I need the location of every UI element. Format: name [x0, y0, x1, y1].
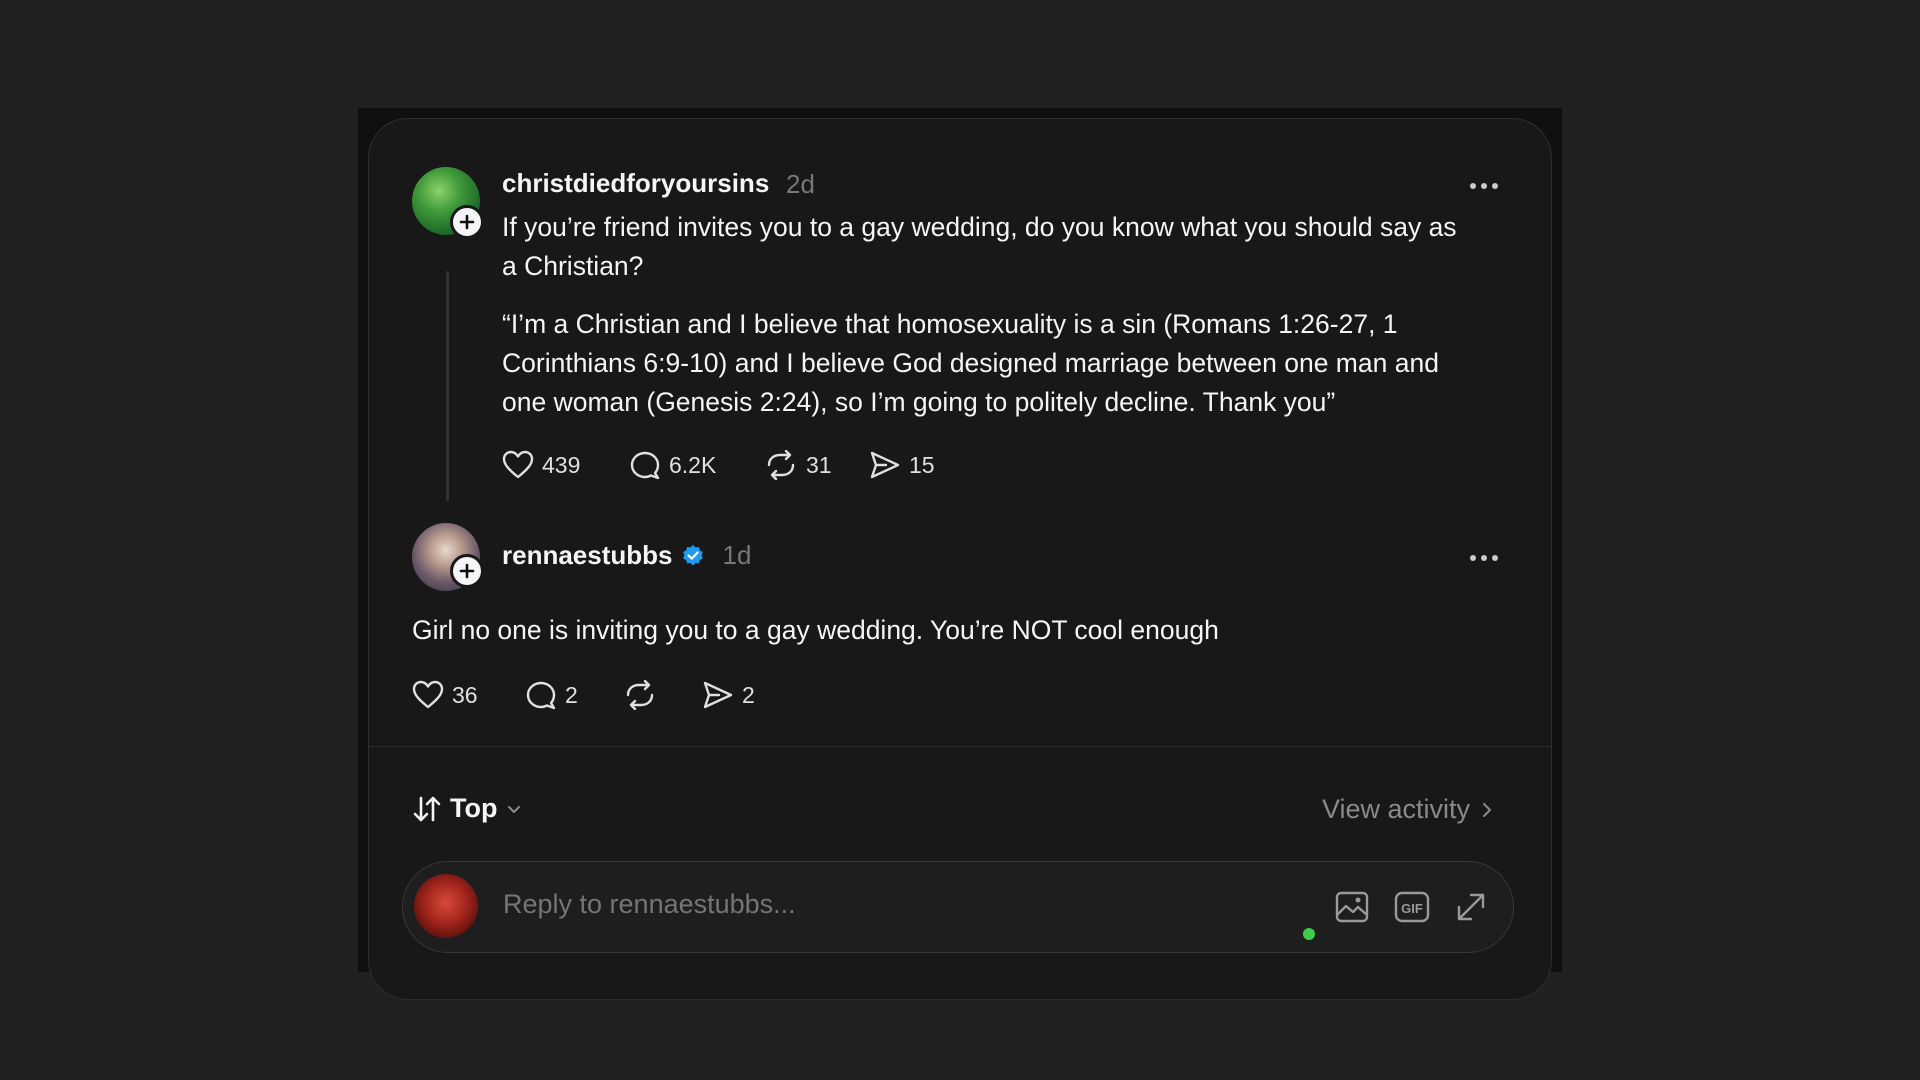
- post-share-button[interactable]: 15: [869, 450, 935, 480]
- verified-badge-icon: [682, 544, 703, 565]
- view-activity-label: View activity: [1322, 794, 1471, 824]
- post-like-count: 439: [542, 451, 581, 478]
- repost-icon: [626, 680, 654, 710]
- share-icon: [703, 681, 733, 709]
- post-quote-line: one woman (Genesis 2:24), so I’m going t…: [502, 387, 1336, 417]
- heart-icon: [412, 680, 444, 709]
- current-user-avatar: [414, 874, 478, 938]
- comment-icon: [526, 681, 556, 710]
- reply-share-button[interactable]: 2: [702, 680, 755, 710]
- follow-plus-icon[interactable]: [450, 205, 484, 239]
- reply-comment-button[interactable]: 2: [525, 680, 578, 710]
- follow-plus-icon[interactable]: [450, 554, 484, 588]
- post-share-count: 15: [909, 451, 935, 478]
- sort-label: Top: [450, 793, 498, 823]
- gif-icon[interactable]: GIF: [1394, 889, 1430, 930]
- post-text-line: If you’re friend invites you to a gay we…: [502, 212, 1457, 242]
- reply-like-button[interactable]: 36: [412, 680, 478, 710]
- reply-like-count: 36: [452, 681, 478, 708]
- expand-icon[interactable]: [1453, 889, 1489, 930]
- section-divider: [369, 746, 1551, 747]
- post-text: If you’re friend invites you to a gay we…: [502, 208, 1522, 286]
- post-more-options-icon[interactable]: [1470, 183, 1498, 189]
- chevron-down-icon: [508, 805, 521, 813]
- reply-author-username[interactable]: rennaestubbs: [502, 540, 673, 571]
- reply-text: Girl no one is inviting you to a gay wed…: [412, 615, 1219, 645]
- chevron-right-icon: [1483, 802, 1492, 817]
- post-timestamp[interactable]: 2d: [786, 169, 815, 200]
- post-quote-line: “I’m a Christian and I believe that homo…: [502, 309, 1398, 339]
- reply-more-options-icon[interactable]: [1470, 555, 1498, 561]
- post-comment-count: 6.2K: [669, 451, 717, 478]
- comment-icon: [630, 451, 660, 480]
- thread-card: christdiedforyoursins 2d If you’re frien…: [368, 118, 1552, 1000]
- share-icon: [870, 451, 900, 479]
- post-author-username[interactable]: christdiedforyoursins: [502, 168, 769, 199]
- svg-text:GIF: GIF: [1401, 901, 1423, 916]
- reply-composer[interactable]: GIF: [402, 861, 1514, 953]
- app-frame: christdiedforyoursins 2d If you’re frien…: [358, 108, 1562, 1000]
- online-status-dot: [1303, 928, 1315, 940]
- post-quote-line: Corinthians 6:9-10) and I believe God de…: [502, 348, 1439, 378]
- view-activity-link[interactable]: View activity: [1322, 794, 1494, 825]
- reply-repost-button[interactable]: [623, 680, 657, 710]
- sort-arrows-icon: [413, 796, 441, 821]
- reply-timestamp[interactable]: 1d: [723, 540, 752, 571]
- image-upload-icon[interactable]: [1334, 889, 1370, 930]
- post-text-line: a Christian?: [502, 251, 644, 281]
- reply-author: rennaestubbs 1d: [502, 540, 751, 571]
- thread-connector-line: [446, 271, 449, 501]
- reply-input[interactable]: [503, 889, 1243, 920]
- sort-dropdown[interactable]: Top: [412, 793, 523, 824]
- reply-share-count: 2: [742, 681, 755, 708]
- post-repost-count: 31: [806, 451, 832, 478]
- heart-icon: [502, 450, 534, 479]
- post-quote: “I’m a Christian and I believe that homo…: [502, 305, 1542, 422]
- post-repost-button[interactable]: 31: [764, 450, 832, 480]
- repost-icon: [767, 450, 795, 480]
- reply-comment-count: 2: [565, 681, 578, 708]
- post-comment-button[interactable]: 6.2K: [629, 450, 716, 480]
- post-like-button[interactable]: 439: [502, 450, 580, 480]
